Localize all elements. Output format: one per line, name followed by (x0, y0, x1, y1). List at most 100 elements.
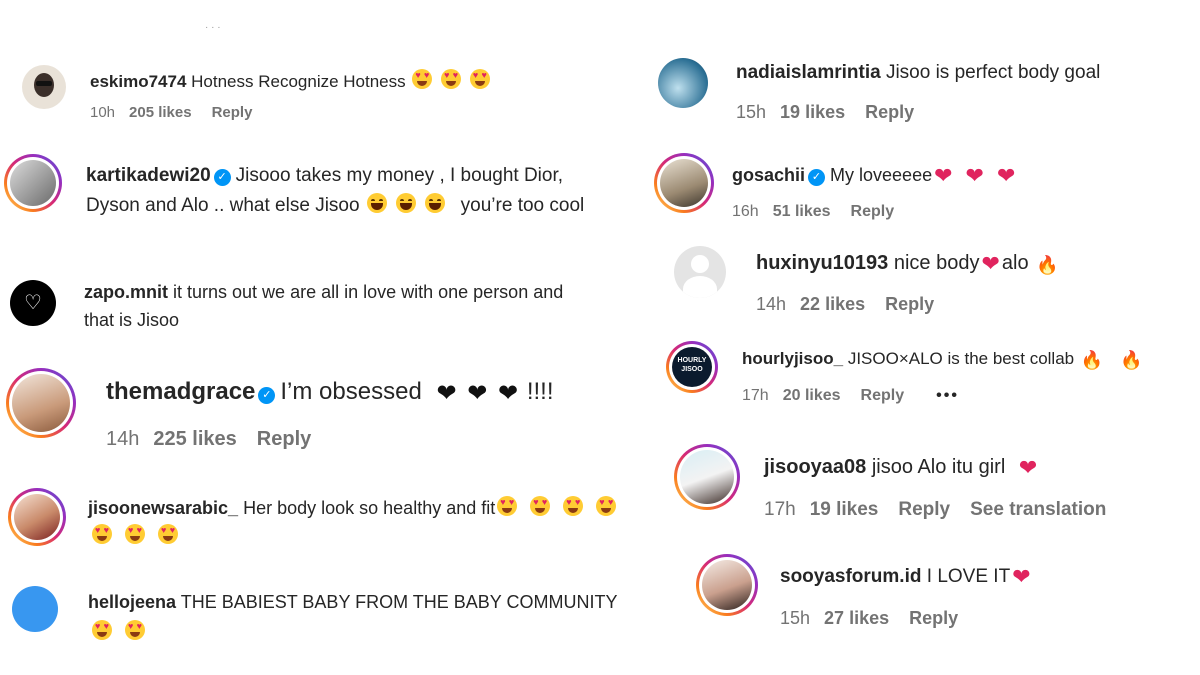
heart-eyes-icon (563, 496, 584, 516)
comment-zapo-mnit: ♡ zapo.mnit it turns out we are all in l… (0, 270, 640, 340)
red-heart-icon: ❤ (965, 163, 984, 188)
avatar[interactable] (22, 65, 66, 109)
heart-eyes-icon (596, 496, 617, 516)
grinning-sweat-icon (396, 193, 417, 213)
username[interactable]: hourlyjisoo_ (742, 349, 843, 368)
grinning-sweat-icon (425, 193, 446, 213)
red-heart-icon: ❤ (981, 251, 1000, 276)
heart-eyes-icon (125, 524, 146, 544)
comment-text: Hotness Recognize Hotness (191, 72, 406, 91)
avatar[interactable]: ♡ (10, 280, 56, 326)
likes-count[interactable]: 19 likes (780, 102, 845, 122)
comment-gosachii: gosachii ✓ My loveeeee❤ ❤ ❤ 16h 51 likes Rep… (640, 145, 1200, 235)
comment-time: 14h (106, 428, 140, 450)
fire-icon: 🔥 (1080, 350, 1104, 370)
username[interactable]: zapo.mnit (84, 282, 168, 302)
comment-time: 15h (736, 102, 767, 122)
avatar[interactable] (674, 444, 740, 510)
black-heart-icon: ❤ (436, 380, 457, 407)
username[interactable]: jisoonewsarabic_ (88, 498, 238, 518)
comment-hourlyjisoo: HOURLY JISOO hourlyjisoo_ JISOO×ALO is t… (640, 335, 1200, 415)
likes-count[interactable]: 22 likes (800, 294, 865, 314)
avatar[interactable] (658, 58, 708, 108)
heart-eyes-icon (530, 496, 551, 516)
comment-text: nice body (893, 252, 980, 274)
comment-time: 10h (90, 104, 116, 121)
red-heart-icon: ❤ (934, 163, 953, 188)
avatar[interactable] (6, 368, 76, 438)
heart-eyes-icon (92, 524, 112, 544)
avatar[interactable] (696, 554, 758, 616)
heart-eyes-icon (497, 496, 518, 516)
fire-icon: 🔥 (1036, 255, 1059, 275)
comment-time: 14h (756, 294, 787, 314)
verified-badge-icon: ✓ (213, 169, 231, 186)
comment-time: 17h (742, 387, 769, 404)
avatar-logo-text: HOURLY JISOO (677, 357, 707, 373)
avatar[interactable]: HOURLY JISOO (666, 341, 718, 393)
verified-badge-icon: ✓ (808, 169, 826, 186)
comment-themadgrace: themadgrace ✓ I’m obsessed ❤ ❤ ❤ !!!! 14h 2… (0, 360, 640, 460)
username[interactable]: jisooyaa08 (764, 456, 866, 478)
likes-count[interactable]: 225 likes (153, 428, 236, 450)
comment-text-line2: that is Jisoo (84, 310, 180, 330)
comment-hellojeena: hellojeena THE BABIEST BABY FROM THE BAB… (0, 580, 680, 660)
comment-time: 15h (780, 608, 811, 628)
comment-kartikadewi20: kartikadewi20 ✓ Jisooo takes my money , I … (0, 140, 640, 230)
more-options-icon[interactable]: ••• (936, 387, 959, 404)
username[interactable]: eskimo7474 (90, 72, 186, 91)
heart-eyes-icon (441, 69, 462, 89)
username[interactable]: kartikadewi20 (86, 165, 211, 186)
comment-text: JISOO×ALO is the best collab (847, 349, 1075, 368)
heart-eyes-icon (412, 69, 433, 89)
reply-button[interactable]: Reply (212, 104, 253, 121)
username[interactable]: gosachii (732, 165, 805, 185)
comment-text-end: alo (1001, 252, 1029, 274)
comment-jisoonewsarabic: jisoonewsarabic_ Her body look so health… (0, 478, 660, 558)
black-heart-icon: ❤ (467, 380, 488, 407)
comment-text: Jisooo takes my money , I bought Dior, (235, 165, 564, 186)
comment-huxinyu10193: huxinyu10193 nice body❤ alo 🔥 14h 22 likes… (640, 240, 1200, 330)
avatar[interactable] (674, 246, 726, 298)
reply-button[interactable]: Reply (851, 203, 895, 220)
likes-count[interactable]: 205 likes (129, 104, 192, 121)
comment-text: My loveeeee (830, 165, 933, 185)
red-heart-icon: ❤ (1012, 564, 1031, 589)
likes-count[interactable]: 51 likes (773, 203, 831, 220)
username[interactable]: themadgrace (106, 378, 255, 405)
comment-text-end: !!!! (526, 378, 554, 405)
comment-sooyasforum: sooyasforum.id I LOVE IT❤ 15h 27 likes Rep… (640, 548, 1200, 638)
see-translation-link[interactable]: See translation (970, 499, 1106, 520)
comment-time: 16h (732, 203, 759, 220)
avatar[interactable] (4, 154, 62, 212)
comment-text: I LOVE IT (926, 566, 1011, 587)
username[interactable]: hellojeena (88, 592, 176, 612)
red-heart-icon: ❤ (1018, 455, 1038, 480)
avatar[interactable] (8, 488, 66, 546)
red-heart-icon: ❤ (997, 163, 1016, 188)
comment-nadiaislamrintia: nadiaislamrintia Jisoo is perfect body g… (640, 40, 1200, 140)
reply-button[interactable]: Reply (898, 499, 950, 520)
reply-button[interactable]: Reply (861, 387, 905, 404)
reply-button[interactable]: Reply (909, 608, 958, 628)
comment-text-line2: Dyson and Alo .. what else Jisoo (86, 195, 360, 216)
likes-count[interactable]: 20 likes (783, 387, 841, 404)
avatar[interactable] (654, 153, 714, 213)
comment-text: it turns out we are all in love with one… (173, 282, 564, 302)
black-heart-icon: ❤ (498, 380, 519, 407)
username[interactable]: huxinyu10193 (756, 252, 888, 274)
likes-count[interactable]: 27 likes (824, 608, 889, 628)
username[interactable]: sooyasforum.id (780, 566, 921, 587)
heart-eyes-icon (125, 620, 146, 640)
likes-count[interactable]: 19 likes (810, 499, 879, 520)
comment-eskimo7474: eskimo7474 Hotness Recognize Hotness 10h… (0, 0, 640, 130)
reply-button[interactable]: Reply (865, 102, 914, 122)
avatar[interactable] (12, 586, 58, 632)
username[interactable]: nadiaislamrintia (736, 62, 881, 83)
comment-text: jisoo Alo itu girl (871, 456, 1006, 478)
grinning-sweat-icon (366, 193, 387, 213)
comment-time: 17h (764, 499, 796, 520)
verified-badge-icon: ✓ (258, 387, 276, 404)
reply-button[interactable]: Reply (257, 428, 311, 450)
reply-button[interactable]: Reply (885, 294, 934, 314)
